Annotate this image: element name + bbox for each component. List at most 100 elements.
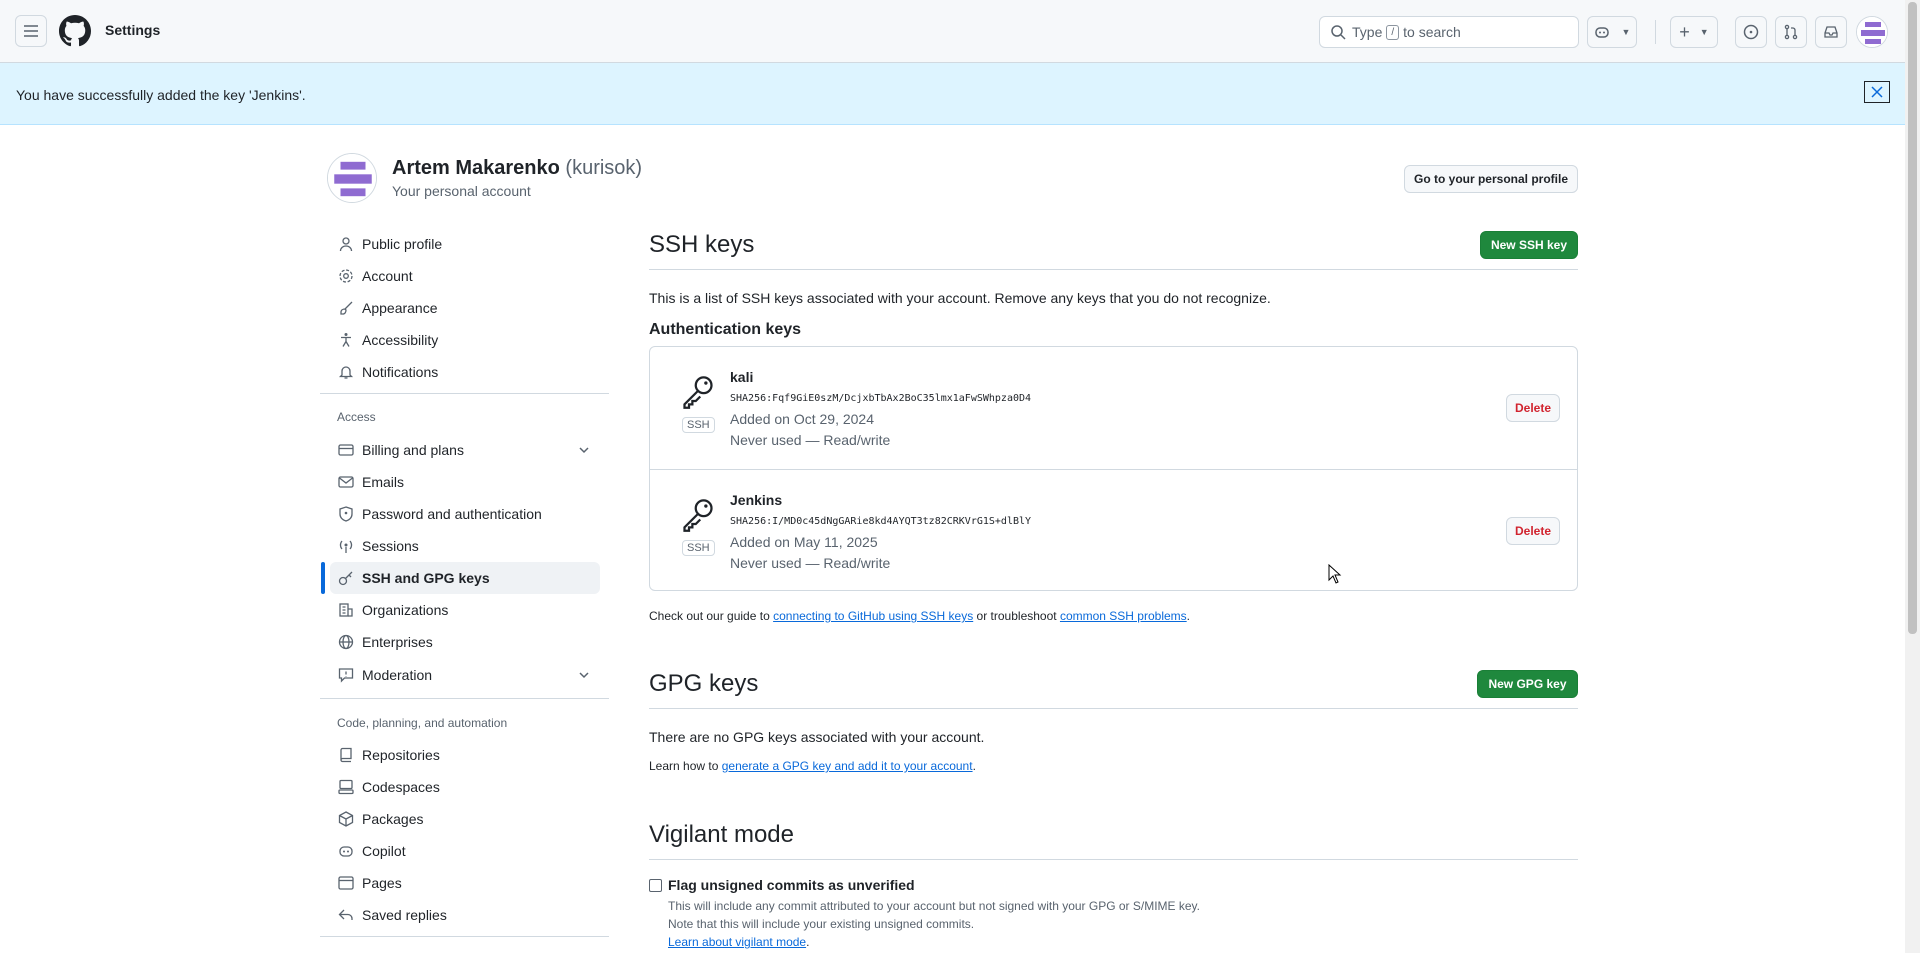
identicon-icon xyxy=(1857,17,1887,47)
scrollbar-thumb[interactable] xyxy=(1908,2,1917,634)
key-icon xyxy=(683,499,713,532)
ssh-guide-link[interactable]: connecting to GitHub using SSH keys xyxy=(773,609,973,623)
sidebar-item-account[interactable]: Account xyxy=(330,260,600,292)
sidebar-item-label: Sessions xyxy=(362,538,419,554)
user-avatar[interactable] xyxy=(1856,16,1888,48)
repo-icon xyxy=(338,747,354,763)
vigilant-learn: Learn about vigilant mode. xyxy=(668,935,809,949)
gpg-keys-heading: GPG keys xyxy=(649,670,759,697)
search-suffix: to search xyxy=(1403,24,1461,40)
sidebar-item-label: Enterprises xyxy=(362,634,433,650)
sidebar-item-label: Codespaces xyxy=(362,779,440,795)
sidebar-item-packages[interactable]: Packages xyxy=(330,803,600,835)
accessibility-icon xyxy=(338,332,354,348)
guide-prefix: Check out our guide to xyxy=(649,609,770,623)
search-input[interactable]: Type / to search xyxy=(1319,16,1579,48)
vigilant-learn-suffix: . xyxy=(806,935,810,949)
vigilant-mode-checkbox[interactable] xyxy=(649,879,662,892)
chevron-down-icon xyxy=(578,668,590,684)
page-scrollbar[interactable] xyxy=(1905,0,1920,953)
package-icon xyxy=(338,811,354,827)
gpg-empty-text: There are no GPG keys associated with yo… xyxy=(649,729,985,745)
create-new-button[interactable]: + ▼ xyxy=(1670,16,1718,48)
chevron-down-icon xyxy=(578,443,590,459)
profile-avatar[interactable] xyxy=(327,153,377,203)
mouse-cursor-icon xyxy=(1328,564,1342,584)
guide-suffix: . xyxy=(1186,609,1191,623)
sidebar-item-enterprises[interactable]: Enterprises xyxy=(330,626,600,658)
sidebar-item-sessions[interactable]: Sessions xyxy=(330,530,600,562)
sidebar-item-label: Emails xyxy=(362,474,405,490)
vigilant-mode-heading: Vigilant mode xyxy=(649,821,794,848)
profile-subtitle: Your personal account xyxy=(392,183,531,199)
flash-success-banner: You have successfully added the key 'Jen… xyxy=(0,63,1905,125)
shield-lock-icon xyxy=(338,506,354,522)
sidebar-item-codespaces[interactable]: Codespaces xyxy=(330,771,600,803)
search-icon xyxy=(1331,25,1346,40)
sidebar-item-label: Password and authentication xyxy=(362,506,542,522)
issue-opened-icon xyxy=(1743,24,1759,40)
gpg-learn-text: Learn how to generate a GPG key and add … xyxy=(649,759,976,773)
sidebar-group-access: Access xyxy=(337,410,376,424)
globe-icon xyxy=(338,634,354,650)
sidebar-item-password[interactable]: Password and authentication xyxy=(330,498,600,530)
key-added-date: Added on May 11, 2025 xyxy=(730,534,878,550)
vigilant-note-1: This will include any commit attributed … xyxy=(668,899,1201,913)
identicon-icon xyxy=(328,154,376,202)
username: (kurisok) xyxy=(565,157,643,179)
key-usage: Never used — Read/write xyxy=(730,555,891,571)
gear-icon xyxy=(338,268,354,284)
sidebar-item-label: Organizations xyxy=(362,602,449,618)
ssh-problems-link[interactable]: common SSH problems xyxy=(1060,609,1187,623)
sidebar-item-emails[interactable]: Emails xyxy=(330,466,600,498)
new-gpg-key-button[interactable]: New GPG key xyxy=(1477,670,1578,698)
sidebar-item-saved-replies[interactable]: Saved replies xyxy=(330,899,600,931)
go-to-profile-button[interactable]: Go to your personal profile xyxy=(1404,165,1578,193)
delete-key-button[interactable]: Delete xyxy=(1506,394,1560,422)
issues-button[interactable] xyxy=(1735,16,1767,48)
section-divider xyxy=(649,708,1578,709)
sidebar-item-label: Account xyxy=(362,268,413,284)
sidebar-item-accessibility[interactable]: Accessibility xyxy=(330,324,600,356)
flash-close-button[interactable] xyxy=(1864,81,1890,103)
bell-icon xyxy=(338,364,354,380)
key-title: kali xyxy=(730,369,754,385)
credit-card-icon xyxy=(338,442,354,458)
sidebar-item-label: Billing and plans xyxy=(362,442,464,458)
learn-suffix: . xyxy=(972,759,976,773)
copilot-button[interactable]: ▼ xyxy=(1587,16,1637,48)
sidebar-item-organizations[interactable]: Organizations xyxy=(330,594,600,626)
ssh-key-row: SSH Jenkins SHA256:I/MD0c45dNgGARie8kd4A… xyxy=(650,469,1577,591)
sidebar-item-ssh-gpg-keys[interactable]: SSH and GPG keys xyxy=(330,562,600,594)
sidebar-item-copilot[interactable]: Copilot xyxy=(330,835,600,867)
chevron-down-icon: ▼ xyxy=(1699,27,1709,37)
reply-icon xyxy=(338,907,354,923)
inbox-button[interactable] xyxy=(1815,16,1847,48)
sidebar-item-notifications[interactable]: Notifications xyxy=(330,356,600,388)
delete-key-button[interactable]: Delete xyxy=(1506,517,1560,545)
context-title[interactable]: Settings xyxy=(105,22,160,38)
sidebar-item-repositories[interactable]: Repositories xyxy=(330,739,600,771)
menu-button[interactable] xyxy=(15,15,47,47)
sidebar-item-pages[interactable]: Pages xyxy=(330,867,600,899)
pull-requests-button[interactable] xyxy=(1775,16,1807,48)
new-ssh-key-button[interactable]: New SSH key xyxy=(1480,231,1578,259)
github-logo-icon[interactable] xyxy=(59,15,91,47)
vigilant-checkbox-label[interactable]: Flag unsigned commits as unverified xyxy=(668,877,915,893)
key-usage: Never used — Read/write xyxy=(730,432,891,448)
sidebar-item-appearance[interactable]: Appearance xyxy=(330,292,600,324)
ssh-description: This is a list of SSH keys associated wi… xyxy=(649,290,1271,306)
key-title: Jenkins xyxy=(730,492,783,508)
sidebar-divider xyxy=(320,936,609,937)
ssh-keys-list: SSH kali SHA256:Fqf9GiE0szM/DcjxbTbAx2Bo… xyxy=(649,346,1578,591)
sidebar-active-indicator xyxy=(321,562,325,594)
sidebar-item-public-profile[interactable]: Public profile xyxy=(330,228,600,260)
sidebar-item-label: Saved replies xyxy=(362,907,447,923)
sidebar-item-moderation[interactable]: Moderation xyxy=(330,659,600,691)
gpg-guide-link[interactable]: generate a GPG key and add it to your ac… xyxy=(722,759,973,773)
ssh-keys-heading: SSH keys xyxy=(649,231,755,258)
vigilant-learn-link[interactable]: Learn about vigilant mode xyxy=(668,935,806,949)
sidebar-item-billing[interactable]: Billing and plans xyxy=(330,434,600,466)
profile-name[interactable]: Artem Makarenko (kurisok) xyxy=(392,157,642,180)
copilot-icon xyxy=(1594,27,1609,38)
